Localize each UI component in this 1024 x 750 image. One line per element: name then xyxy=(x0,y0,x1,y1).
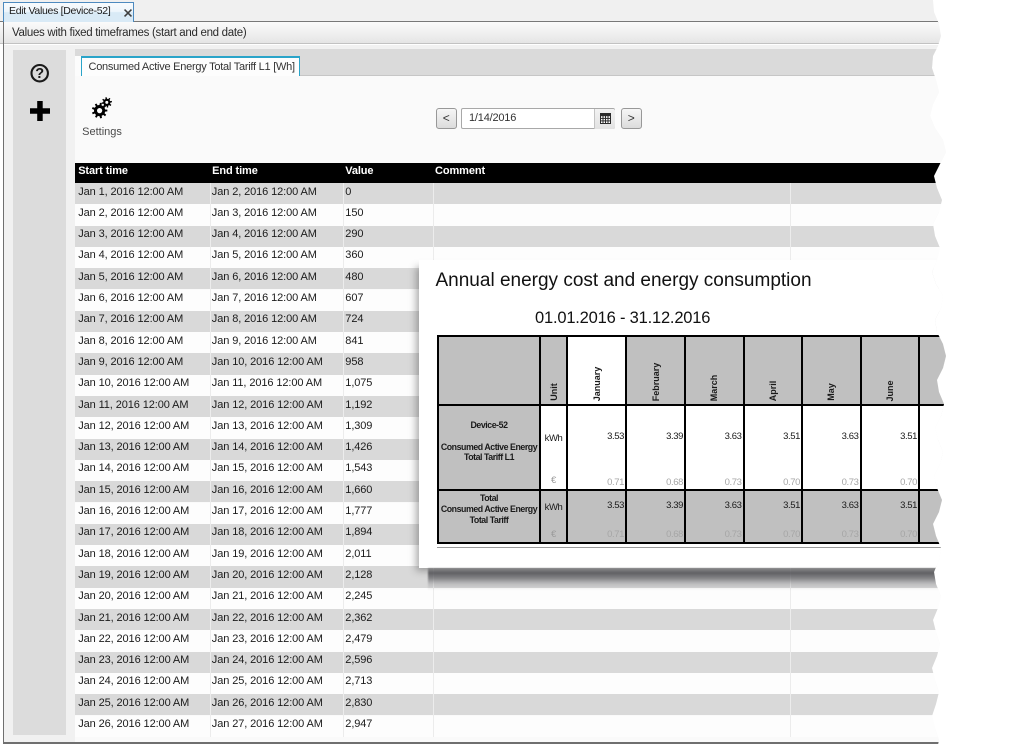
svg-text:?: ? xyxy=(35,66,44,82)
